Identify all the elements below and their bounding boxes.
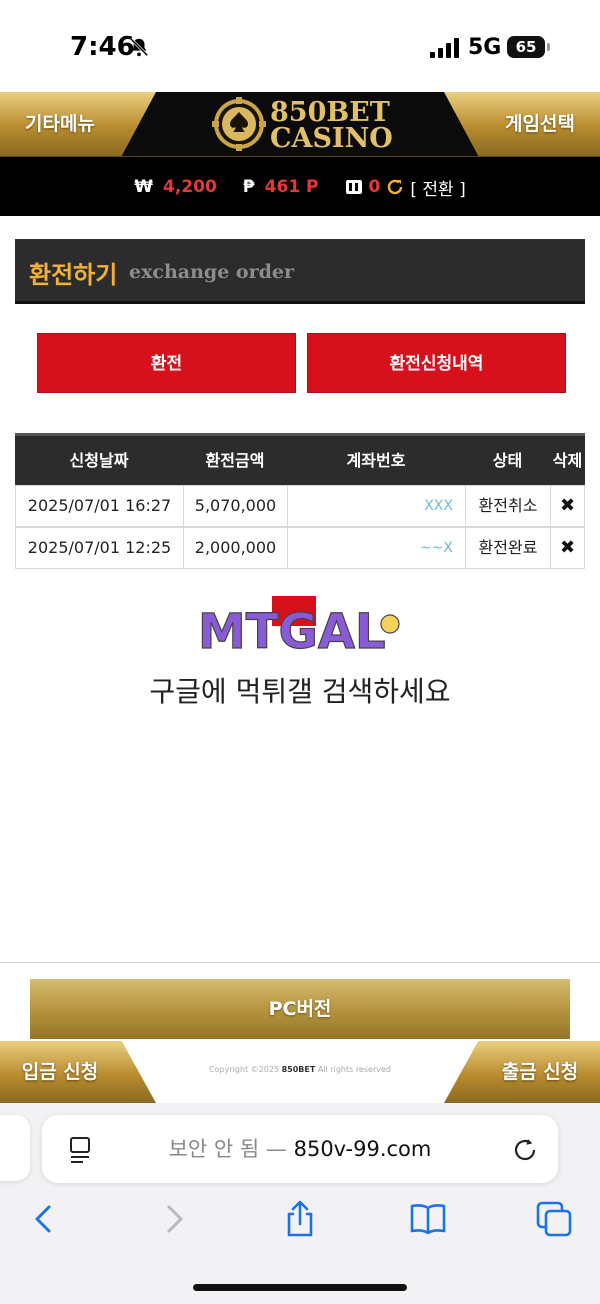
other-menu-button[interactable]: 기타메뉴 (0, 92, 120, 156)
table-header: 신청날짜 환전금액 계좌번호 상태 삭제 (15, 433, 585, 485)
col-header-account: 계좌번호 (346, 451, 406, 470)
not-secure-label: 보안 안 됨 — (168, 1137, 294, 1161)
home-indicator (193, 1284, 407, 1291)
casino-chip-icon (212, 97, 266, 151)
url-host: 850v-99.com (293, 1137, 432, 1161)
previous-tab-preview[interactable] (0, 1115, 30, 1181)
section-heading: 환전하기 exchange order (15, 239, 585, 304)
bell-muted-icon (129, 37, 149, 57)
signal-icon (430, 38, 459, 58)
row-date: 2025/07/01 16:27 (16, 486, 184, 526)
row-amount: 2,000,000 (184, 528, 288, 568)
tabs-icon[interactable] (534, 1199, 574, 1239)
bookmarks-icon[interactable] (408, 1199, 448, 1239)
battery-tip (547, 43, 550, 51)
delete-icon[interactable]: ✖ (551, 486, 584, 526)
game-select-button[interactable]: 게임선택 (480, 92, 600, 156)
point-balance: 461 P (264, 177, 319, 197)
status-bar: 7:46 5G 65 (0, 0, 600, 92)
divider (0, 962, 600, 963)
page-title: 환전하기 (29, 261, 118, 289)
chip-balance: 0 (368, 177, 381, 197)
row-account: XXX (288, 486, 466, 526)
back-icon[interactable] (24, 1199, 64, 1239)
mtgal-watermark-logo: MTGAL (197, 596, 400, 658)
col-header-amount: 환전금액 (205, 451, 265, 470)
browser-nav-row (0, 1199, 600, 1243)
table-row: 2025/07/01 16:27 5,070,000 XXX 환전취소 ✖ (15, 485, 585, 527)
share-icon[interactable] (280, 1199, 320, 1239)
row-account: ~~X (288, 528, 466, 568)
col-header-delete: 삭제 (552, 451, 583, 470)
row-date: 2025/07/01 12:25 (16, 528, 184, 568)
row-status: 환전완료 (466, 528, 551, 568)
forward-icon[interactable] (154, 1199, 194, 1239)
row-amount: 5,070,000 (184, 486, 288, 526)
delete-icon[interactable]: ✖ (551, 528, 584, 568)
url-display[interactable]: 보안 안 됨 — 850v-99.com (42, 1115, 558, 1183)
refresh-icon[interactable] (386, 178, 404, 196)
exchange-history-tab-button[interactable]: 환전신청내역 (307, 333, 566, 393)
point-symbol: ₱ (242, 177, 255, 197)
withdraw-request-button[interactable]: 출금 신청 (480, 1041, 600, 1103)
reload-icon[interactable] (512, 1137, 538, 1163)
site-header: 기타메뉴 게임선택 850BET CASINO (0, 92, 600, 156)
won-symbol: ₩ (134, 177, 154, 197)
table-row: 2025/07/01 12:25 2,000,000 ~~X 환전완료 ✖ (15, 527, 585, 569)
copyright-text: Copyright ©2025 850BET All rights reserv… (180, 1065, 420, 1074)
chip-icon (345, 180, 362, 194)
address-bar[interactable]: 보안 안 됨 — 850v-99.com (42, 1115, 558, 1183)
pc-version-button[interactable]: PC버전 (30, 979, 570, 1039)
col-header-date: 신청날짜 (69, 451, 129, 470)
copyright-brand: 850BET (281, 1065, 316, 1074)
deposit-request-button[interactable]: 입금 신청 (0, 1041, 120, 1103)
row-status: 환전취소 (466, 486, 551, 526)
browser-toolbar: 보안 안 됨 — 850v-99.com (0, 1103, 600, 1304)
site-logo[interactable]: 850BET CASINO (212, 95, 393, 154)
watermark-brand: MTGAL (198, 604, 386, 658)
watermark-caption: 구글에 먹튀갤 검색하세요 (149, 675, 451, 708)
balance-bar: ₩ 4,200 ₱ 461 P 0 [ 전환 ] (0, 156, 600, 216)
exchange-tab-button[interactable]: 환전 (37, 333, 296, 393)
page-subtitle: exchange order (129, 261, 294, 283)
battery-icon: 65 (507, 36, 545, 58)
network-type: 5G (468, 35, 502, 60)
site-footer: 입금 신청 출금 신청 Copyright ©2025 850BET All r… (0, 1041, 600, 1103)
copyright-prefix: Copyright ©2025 (209, 1065, 280, 1074)
won-balance: 4,200 (163, 177, 217, 197)
status-time: 7:46 (70, 32, 135, 62)
switch-button[interactable]: [ 전환 ] (410, 175, 465, 200)
col-header-status: 상태 (492, 451, 523, 470)
copyright-suffix: All rights reserved (317, 1065, 391, 1074)
logo-text-casino: CASINO (270, 123, 393, 154)
